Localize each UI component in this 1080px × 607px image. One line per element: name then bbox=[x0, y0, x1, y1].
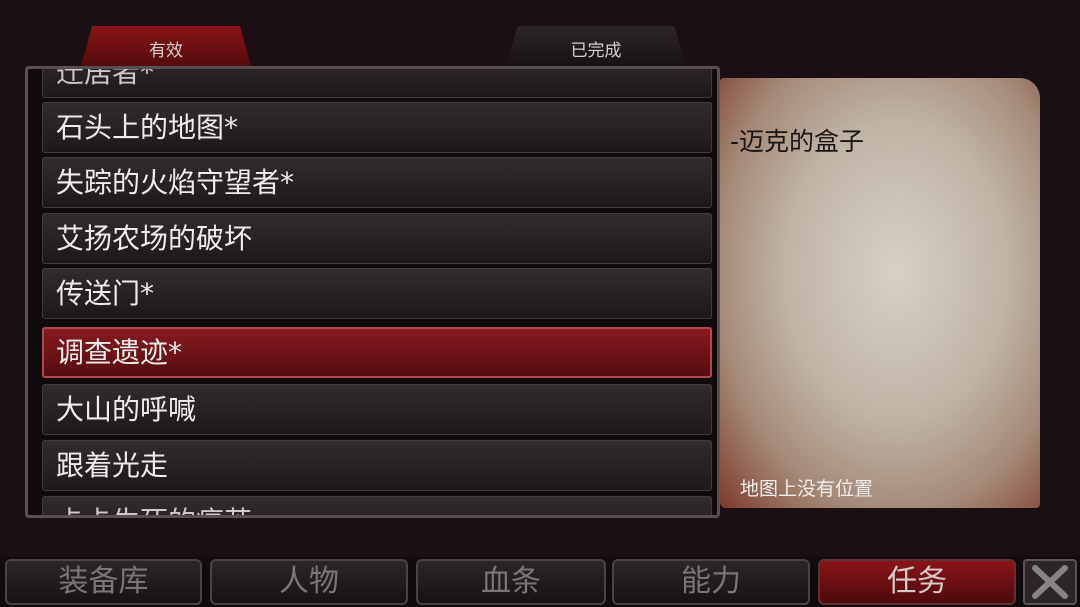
quest-item[interactable]: 卡卡生死的痛苦 bbox=[42, 496, 712, 515]
nav-character-button[interactable]: 人物 bbox=[210, 559, 408, 605]
quest-item[interactable]: 艾扬农场的破坏 bbox=[42, 213, 712, 264]
tab-completed-label: 已完成 bbox=[570, 40, 622, 61]
close-button[interactable] bbox=[1023, 559, 1077, 605]
quest-detail-title: -迈克的盒子 bbox=[730, 127, 865, 156]
tab-completed[interactable]: 已完成 bbox=[505, 26, 687, 70]
quest-detail-note: 地图上没有位置 bbox=[740, 478, 874, 500]
quest-item[interactable]: 迁居者* bbox=[42, 69, 712, 98]
nav-health-button[interactable]: 血条 bbox=[416, 559, 606, 605]
bottom-nav: 装备库 人物 血条 能力 任务 bbox=[0, 557, 1080, 607]
tab-active[interactable]: 有效 bbox=[80, 26, 252, 70]
nav-inventory-button[interactable]: 装备库 bbox=[5, 559, 202, 605]
quest-list[interactable]: 迁居者* 石头上的地图* 失踪的火焰守望者* 艾扬农场的破坏 传送门* 调查遗迹… bbox=[25, 66, 720, 518]
quest-item[interactable]: 失踪的火焰守望者* bbox=[42, 157, 712, 208]
quest-detail-parchment: -迈克的盒子 地图上没有位置 bbox=[720, 78, 1040, 508]
quest-item-selected[interactable]: 调查遗迹* bbox=[42, 327, 712, 378]
nav-quests-button[interactable]: 任务 bbox=[818, 559, 1016, 605]
quest-item[interactable]: 大山的呼喊 bbox=[42, 384, 712, 435]
tab-active-label: 有效 bbox=[149, 40, 183, 61]
quest-item[interactable]: 跟着光走 bbox=[42, 440, 712, 491]
close-icon bbox=[1032, 565, 1068, 599]
quest-item[interactable]: 传送门* bbox=[42, 268, 712, 319]
quest-item[interactable]: 石头上的地图* bbox=[42, 102, 712, 153]
nav-abilities-button[interactable]: 能力 bbox=[612, 559, 810, 605]
